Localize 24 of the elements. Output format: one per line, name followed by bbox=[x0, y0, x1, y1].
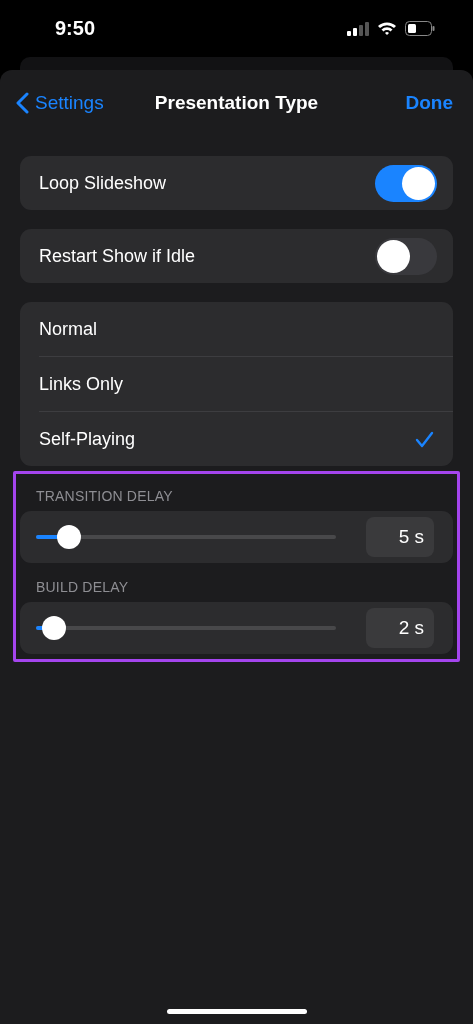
slider-track[interactable] bbox=[36, 525, 336, 549]
done-button[interactable]: Done bbox=[405, 92, 453, 114]
nav-title: Presentation Type bbox=[154, 92, 319, 113]
slider-thumb[interactable] bbox=[42, 616, 66, 640]
option-row[interactable]: Links Only bbox=[20, 357, 453, 411]
slider-track[interactable] bbox=[36, 616, 336, 640]
chevron-left-icon bbox=[16, 92, 29, 114]
toggle-switch[interactable] bbox=[375, 237, 437, 275]
checkmark-icon bbox=[415, 430, 434, 448]
option-row[interactable]: Self-Playing bbox=[20, 412, 453, 466]
wifi-icon bbox=[377, 21, 397, 36]
signal-icon bbox=[347, 21, 369, 36]
toggle-switch[interactable] bbox=[375, 164, 437, 202]
back-button[interactable]: Settings bbox=[10, 91, 110, 115]
status-time: 9:50 bbox=[55, 17, 96, 40]
value-field[interactable]: 2 s bbox=[366, 608, 434, 648]
toggle-label: Loop Slideshow bbox=[39, 172, 167, 194]
value-field[interactable]: 5 s bbox=[366, 517, 434, 557]
section-header: BUILD DELAY bbox=[36, 579, 129, 595]
option-row[interactable]: Normal bbox=[20, 302, 453, 356]
toggle-label: Restart Show if Idle bbox=[39, 245, 196, 267]
section-header: TRANSITION DELAY bbox=[36, 488, 173, 504]
slider-thumb[interactable] bbox=[57, 525, 81, 549]
battery-icon bbox=[405, 21, 435, 36]
